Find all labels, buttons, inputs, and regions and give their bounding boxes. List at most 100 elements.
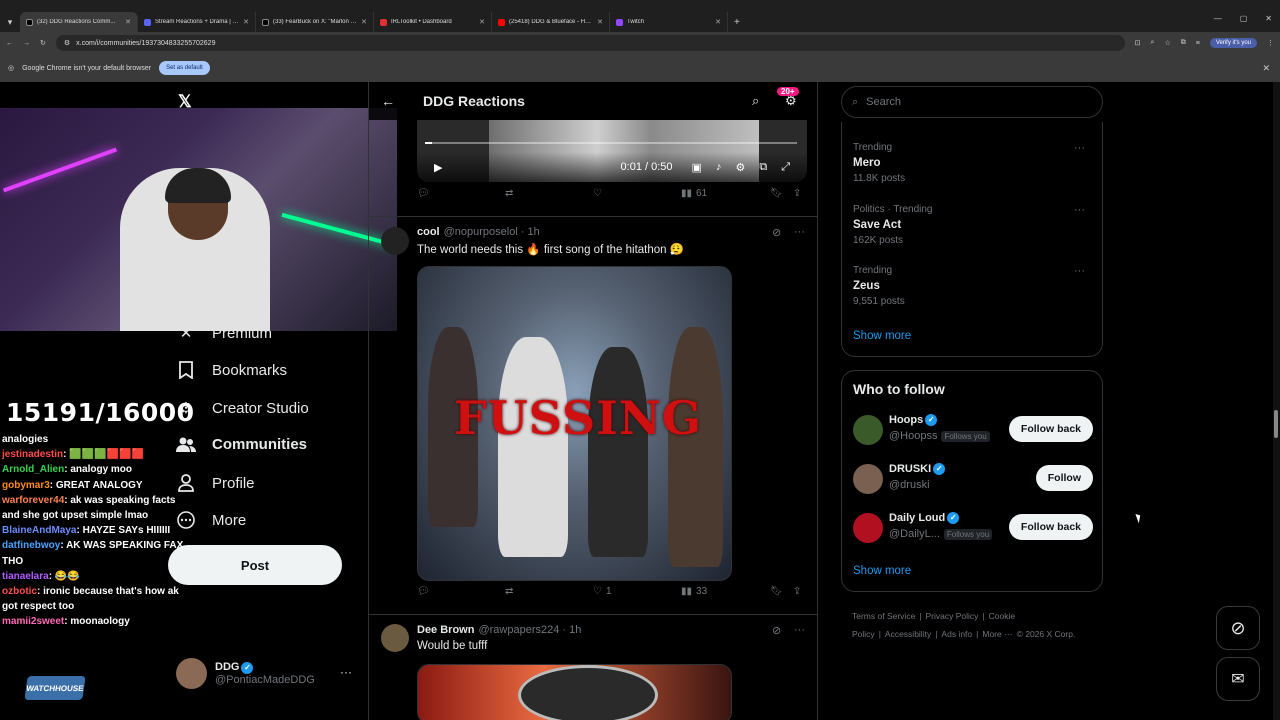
bookmark-star-icon[interactable]: ☆ [1164, 39, 1170, 47]
share-button[interactable]: ⇪ [793, 188, 801, 199]
avatar[interactable] [853, 464, 883, 494]
tab-2[interactable]: (33) FearBuck on X: "Marlon wa... ✕ [256, 12, 374, 32]
set-default-button[interactable]: Set as default [159, 61, 210, 75]
profile-menu-icon[interactable]: ≡ [1196, 40, 1200, 47]
trend-item[interactable]: Trending Mero 11.8K posts ··· [853, 142, 1093, 184]
site-info-icon[interactable]: ⚙ [64, 39, 70, 47]
nav-communities[interactable]: Communities [176, 436, 307, 453]
footer-link[interactable]: © 2026 X Corp. [1017, 629, 1076, 639]
author-name[interactable]: cool [417, 226, 440, 238]
volume-icon[interactable]: ♪ [716, 161, 722, 173]
tab-5[interactable]: Twitch ✕ [610, 12, 728, 32]
trend-more-icon[interactable]: ··· [1074, 204, 1085, 216]
repost-button[interactable]: ⇄ [505, 586, 513, 597]
scrollbar-thumb[interactable] [1274, 410, 1278, 438]
grok-explain-icon[interactable]: ⊘ [772, 226, 781, 239]
author-name[interactable]: Dee Brown [417, 624, 474, 636]
follow-suggestion[interactable]: DRUSKI ✓ @druski Follow [853, 462, 1093, 496]
reply-button[interactable]: 💬︎ [417, 586, 430, 597]
avatar[interactable] [853, 513, 883, 543]
maximize-icon[interactable]: ▢ [1240, 14, 1248, 23]
url-field[interactable]: ⚙ x.com/i/communities/193730483325570262… [55, 35, 1125, 51]
author-handle[interactable]: @rawpapers224 · 1h [478, 624, 581, 636]
avatar[interactable] [381, 227, 409, 255]
search-input[interactable]: ⌕ Search [841, 86, 1103, 118]
back-icon[interactable]: ← [6, 40, 13, 47]
search-icon[interactable]: ⌕ [752, 93, 759, 109]
trend-more-icon[interactable]: ··· [1074, 265, 1085, 277]
captions-icon[interactable]: ▣ [692, 161, 702, 174]
zoom-icon[interactable]: ⌕ [1151, 39, 1155, 47]
play-icon[interactable]: ▶ [434, 161, 442, 174]
minimize-icon[interactable]: — [1214, 14, 1222, 23]
verify-button[interactable]: Verify it's you [1209, 38, 1257, 48]
who-to-follow-show-more-link[interactable]: Show more [853, 565, 911, 577]
video-settings-icon[interactable]: ⚙ [735, 161, 745, 174]
footer-link[interactable]: Ads info [941, 629, 972, 639]
like-button[interactable]: ♡ [593, 188, 602, 199]
install-icon[interactable]: ⊡ [1135, 39, 1141, 47]
bookmark-button[interactable]: 🔖︎ [770, 586, 783, 597]
tab-close-icon[interactable]: ✕ [479, 18, 485, 26]
video-progress-bar[interactable] [425, 142, 797, 144]
avatar[interactable] [853, 415, 883, 445]
new-tab-icon[interactable]: + [734, 17, 740, 28]
tab-4[interactable]: (25418) DDG & Blueface - Hab... ✕ [492, 12, 610, 32]
follow-suggestion[interactable]: Hoops ✓ @Hoopss Follows you Follow back [853, 413, 1093, 447]
tweet-more-icon[interactable]: ··· [794, 226, 805, 238]
account-switcher[interactable]: DDG ✓ @PontiacMadeDDG [176, 658, 315, 689]
footer-link[interactable]: More ··· [982, 629, 1012, 639]
trend-more-icon[interactable]: ··· [1074, 142, 1085, 154]
pip-icon[interactable]: ⧉ [759, 161, 767, 174]
tweet-more-icon[interactable]: ··· [794, 624, 805, 636]
follow-back-button[interactable]: Follow back [1008, 416, 1093, 442]
reply-button[interactable]: 💬︎ [417, 188, 430, 199]
nav-bookmarks[interactable]: Bookmarks [176, 361, 287, 379]
tab-0[interactable]: (32) DDG Reactions Comm... ✕ [20, 12, 138, 32]
post-button[interactable]: Post [168, 545, 342, 585]
tab-close-icon[interactable]: ✕ [361, 18, 367, 26]
views-button[interactable]: ▮▮ 61 [681, 188, 707, 199]
trend-item[interactable]: Trending Zeus 9,551 posts ··· [853, 265, 1093, 307]
tab-1[interactable]: Stream Reactions + Drama | Ca... ✕ [138, 12, 256, 32]
share-button[interactable]: ⇪ [793, 586, 801, 597]
nav-profile[interactable]: Profile [176, 474, 255, 492]
author-handle[interactable]: @nopurposelol · 1h [444, 226, 540, 238]
tab-close-icon[interactable]: ✕ [125, 18, 131, 26]
page-scrollbar[interactable] [1273, 82, 1280, 720]
nav-creator-studio[interactable]: ⚙ Creator Studio [176, 399, 308, 418]
tab-close-icon[interactable]: ✕ [597, 18, 603, 26]
fullscreen-icon[interactable]: ⤢ [781, 161, 790, 174]
footer-link[interactable]: Accessibility [885, 629, 931, 639]
back-arrow-icon[interactable]: ← [381, 93, 395, 109]
account-more-icon[interactable]: ··· [340, 665, 352, 679]
nav-more[interactable]: More [176, 511, 246, 529]
tab-close-icon[interactable]: ✕ [715, 18, 721, 26]
like-button[interactable]: ♡ 1 [593, 586, 612, 597]
grok-button[interactable]: ⊘ [1216, 606, 1260, 650]
grok-explain-icon[interactable]: ⊘ [772, 624, 781, 637]
footer-link[interactable]: Terms of Service [852, 611, 915, 621]
messages-button[interactable]: ✉ [1216, 657, 1260, 701]
trends-show-more-link[interactable]: Show more [853, 330, 911, 342]
tab-close-icon[interactable]: ✕ [243, 18, 249, 26]
trend-item[interactable]: Politics · Trending Save Act 162K posts … [853, 204, 1093, 246]
follow-button[interactable]: Follow [1035, 465, 1093, 491]
tweet-media[interactable] [417, 664, 732, 720]
repost-button[interactable]: ⇄ [505, 188, 513, 199]
views-button[interactable]: ▮▮ 33 [681, 586, 707, 597]
close-window-icon[interactable]: ✕ [1265, 14, 1272, 23]
infobar-close-icon[interactable]: ✕ [1262, 63, 1270, 74]
forward-icon[interactable]: → [23, 40, 30, 47]
tab-search-icon[interactable]: ▾ [0, 12, 20, 32]
footer-link[interactable]: Privacy Policy [926, 611, 979, 621]
avatar[interactable] [381, 624, 409, 652]
extensions-icon[interactable]: ⧉ [1181, 39, 1186, 47]
follow-back-button[interactable]: Follow back [1008, 514, 1093, 540]
bookmark-button[interactable]: 🔖︎ [770, 188, 783, 199]
tweet-media[interactable]: FUSSING [417, 266, 732, 581]
follow-suggestion[interactable]: Daily Loud ✓ @DailyL... Follows you Follow… [853, 511, 1093, 545]
chrome-menu-icon[interactable]: ⋮ [1267, 39, 1274, 47]
video-player[interactable]: ▶ 0:01 / 0:50 ▣ ♪ ⚙ ⧉ ⤢ [417, 120, 807, 182]
tab-3[interactable]: IRLToolkit • Dashboard ✕ [374, 12, 492, 32]
